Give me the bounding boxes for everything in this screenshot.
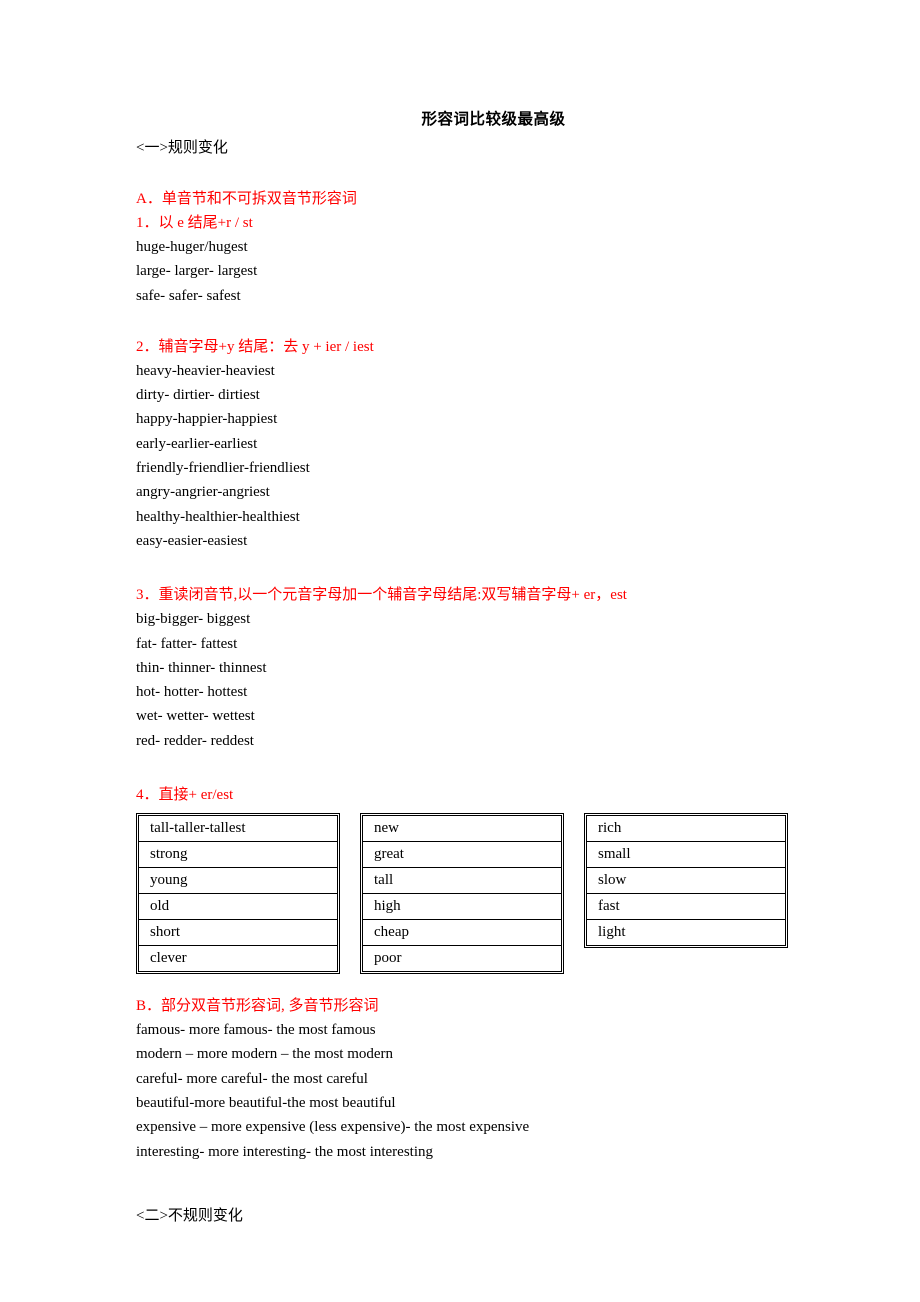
rule-2-word-list: heavy-heavier-heaviest dirty- dirtier- d…	[136, 359, 796, 553]
section-b-heading: B．部分双音节形容词, 多音节形容词	[136, 998, 379, 1015]
word-line: heavy-heavier-heaviest	[136, 362, 275, 379]
table-row: small	[586, 841, 786, 869]
table-cell: new	[362, 815, 562, 843]
table-cell: poor	[362, 945, 562, 973]
word-line: friendly-friendlier-friendliest	[136, 460, 310, 477]
table-row: high	[362, 893, 562, 921]
document-body: 形容词比较级最高级 <一>规则变化 A．单音节和不可拆双音节形容词 1．以 e …	[136, 108, 796, 1228]
table-row: poor	[362, 945, 562, 973]
word-line: safe- safer- safest	[136, 287, 241, 304]
word-line: happy-happier-happiest	[136, 411, 278, 428]
rule-2-heading: 2．辅音字母+y 结尾：去 y + ier / iest	[136, 338, 374, 355]
word-line: careful- more careful- the most careful	[136, 1070, 368, 1087]
word-table-1-wrapper: tall-taller-tallest strong young old sho…	[136, 813, 340, 975]
table-cell: rich	[586, 815, 786, 843]
table-cell: light	[586, 919, 786, 947]
word-line: fat- fatter- fattest	[136, 635, 238, 652]
table-cell: old	[138, 893, 338, 921]
word-line: beautiful-more beautiful-the most beauti…	[136, 1094, 396, 1111]
table-row: clever	[138, 945, 338, 973]
section-two-heading: <二>不规则变化	[136, 1207, 243, 1224]
table-row: great	[362, 841, 562, 869]
section-one-heading: <一>规则变化	[136, 140, 228, 156]
word-table-3: rich small slow fast light	[584, 813, 788, 949]
word-line: famous- more famous- the most famous	[136, 1022, 376, 1039]
table-row: cheap	[362, 919, 562, 947]
word-line: thin- thinner- thinnest	[136, 659, 267, 676]
word-line: healthy-healthier-healthiest	[136, 508, 300, 525]
word-line: early-earlier-earliest	[136, 435, 258, 452]
section-b-word-list: famous- more famous- the most famous mod…	[136, 1018, 796, 1164]
rule-1-heading: 1．以 e 结尾+r / st	[136, 215, 253, 231]
table-cell: young	[138, 867, 338, 895]
word-line: big-bigger- biggest	[136, 611, 251, 628]
table-cell: slow	[586, 867, 786, 895]
word-line: red- redder- reddest	[136, 732, 254, 749]
table-row: rich	[586, 815, 786, 843]
word-line: angry-angrier-angriest	[136, 484, 270, 501]
table-cell: cheap	[362, 919, 562, 947]
table-cell: short	[138, 919, 338, 947]
adjective-tables-row: tall-taller-tallest strong young old sho…	[136, 813, 796, 975]
word-line: dirty- dirtier- dirtiest	[136, 387, 260, 404]
word-table-1: tall-taller-tallest strong young old sho…	[136, 813, 340, 975]
table-row: tall	[362, 867, 562, 895]
word-table-3-wrapper: rich small slow fast light	[584, 813, 788, 949]
table-cell: small	[586, 841, 786, 869]
word-line: hot- hotter- hottest	[136, 684, 248, 701]
rule-1-word-list: huge-huger/hugest large- larger- largest…	[136, 235, 796, 308]
table-cell: clever	[138, 945, 338, 973]
table-row: new	[362, 815, 562, 843]
word-line: large- larger- largest	[136, 263, 258, 280]
word-line: expensive – more expensive (less expensi…	[136, 1119, 530, 1136]
word-line: modern – more modern – the most modern	[136, 1046, 394, 1063]
rule-3-word-list: big-bigger- biggest fat- fatter- fattest…	[136, 607, 796, 753]
table-row: fast	[586, 893, 786, 921]
table-cell: strong	[138, 841, 338, 869]
word-line: interesting- more interesting- the most …	[136, 1143, 434, 1160]
table-row: tall-taller-tallest	[138, 815, 338, 843]
document-page: 形容词比较级最高级 <一>规则变化 A．单音节和不可拆双音节形容词 1．以 e …	[0, 0, 920, 1302]
rule-3-heading: 3．重读闭音节,以一个元音字母加一个辅音字母结尾:双写辅音字母+ er，est	[136, 587, 627, 604]
word-line: huge-huger/hugest	[136, 239, 248, 255]
table-row: strong	[138, 841, 338, 869]
table-row: short	[138, 919, 338, 947]
word-line: easy-easier-easiest	[136, 532, 248, 549]
table-cell: great	[362, 841, 562, 869]
page-title: 形容词比较级最高级	[421, 111, 566, 128]
table-cell: fast	[586, 893, 786, 921]
table-cell: tall-taller-tallest	[138, 815, 338, 843]
table-cell: tall	[362, 867, 562, 895]
table-row: young	[138, 867, 338, 895]
section-a-heading: A．单音节和不可拆双音节形容词	[136, 191, 357, 207]
table-row: old	[138, 893, 338, 921]
table-row: light	[586, 919, 786, 947]
word-table-2-wrapper: new great tall high cheap poor	[360, 813, 564, 975]
word-table-2: new great tall high cheap poor	[360, 813, 564, 975]
rule-4-heading: 4．直接+ er/est	[136, 787, 234, 804]
table-cell: high	[362, 893, 562, 921]
table-row: slow	[586, 867, 786, 895]
word-line: wet- wetter- wettest	[136, 708, 255, 725]
